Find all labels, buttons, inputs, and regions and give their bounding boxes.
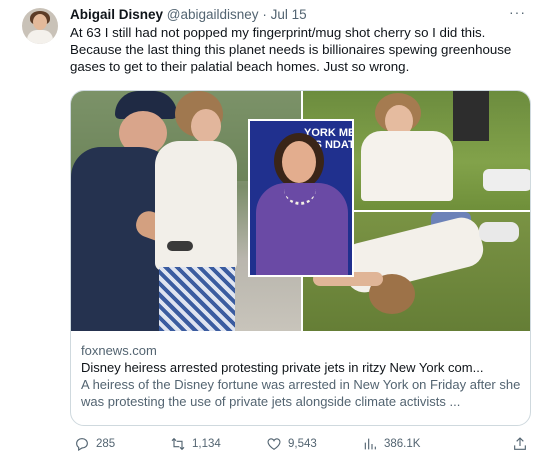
handcuffs: [167, 241, 193, 251]
tweet-text: At 63 I still had not popped my fingerpr…: [70, 25, 512, 74]
woman-face: [191, 109, 221, 143]
reply-count: 285: [96, 438, 116, 450]
reply-button[interactable]: 285: [74, 434, 115, 454]
reply-icon: [76, 438, 88, 452]
author-avatar[interactable]: [22, 8, 58, 44]
heart-icon: [267, 438, 281, 451]
sneaker: [479, 222, 519, 242]
share-icon: [514, 437, 526, 450]
portrait-face: [282, 141, 316, 183]
link-headline[interactable]: Disney heiress arrested protesting priva…: [81, 359, 522, 376]
retweet-icon: [171, 437, 185, 451]
tweet[interactable]: Abigail Disney @abigaildisney · Jul 15 ·…: [0, 0, 550, 465]
woman-skirt: [159, 267, 235, 331]
tweet-header: Abigail Disney @abigaildisney · Jul 15: [70, 7, 307, 23]
author-handle[interactable]: @abigaildisney: [167, 7, 259, 22]
card-media[interactable]: YORK MEN'S NDATIO: [71, 91, 530, 331]
retweet-button[interactable]: 1,134: [170, 434, 221, 454]
woman-blouse-2: [361, 131, 453, 201]
share-button[interactable]: [512, 434, 528, 454]
like-count: 9,543: [288, 438, 317, 450]
tweet-date[interactable]: Jul 15: [271, 7, 307, 22]
link-description: A heiress of the Disney fortune was arre…: [81, 377, 521, 409]
inset-portrait: YORK MEN'S NDATIO: [248, 119, 354, 277]
separator-dot: ·: [262, 7, 267, 22]
avatar-shirt: [27, 30, 53, 44]
view-count: 386.1K: [384, 438, 421, 450]
avatar-face: [33, 14, 47, 30]
more-options-icon[interactable]: ···: [509, 4, 526, 20]
link-preview[interactable]: foxnews.com Disney heiress arrested prot…: [71, 331, 530, 425]
views-button[interactable]: 386.1K: [362, 434, 420, 454]
person-legs: [453, 91, 489, 141]
link-card[interactable]: YORK MEN'S NDATIO foxnews.com Disney hei…: [70, 90, 531, 426]
woman-blouse: [155, 141, 237, 271]
retweet-count: 1,134: [192, 438, 221, 450]
white-tube: [483, 169, 530, 191]
like-button[interactable]: 9,543: [266, 434, 317, 454]
link-domain: foxnews.com: [81, 343, 157, 358]
action-bar: 285 1,134 9,543 386.1K: [70, 434, 530, 454]
views-icon: [364, 438, 376, 450]
author-name[interactable]: Abigail Disney: [70, 7, 163, 22]
